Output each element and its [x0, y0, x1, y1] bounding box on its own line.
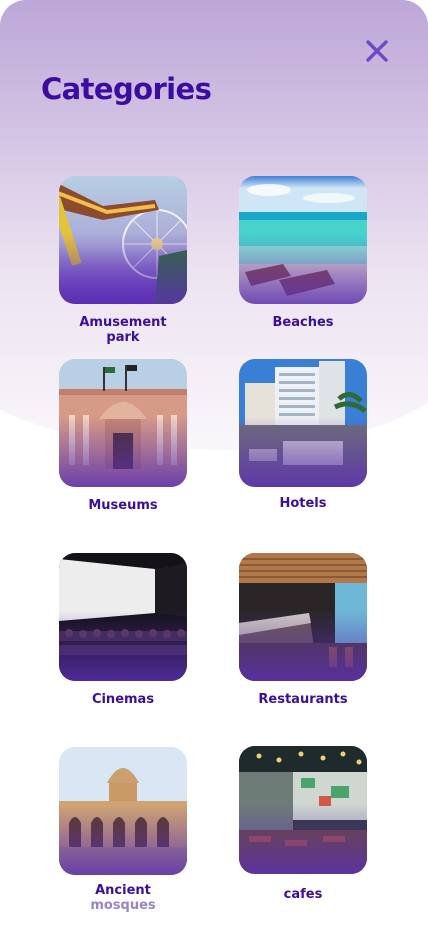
category-label: Beaches: [272, 315, 334, 330]
page-title: Categories: [41, 72, 212, 106]
category-cafes[interactable]: cafes: [239, 746, 367, 902]
amusement-park-image: [59, 176, 187, 304]
category-label: Cinemas: [91, 692, 155, 707]
category-amusement-park[interactable]: Amusement park: [59, 176, 187, 345]
restaurants-image: [239, 553, 367, 681]
category-label: Ancient mosques: [90, 883, 156, 913]
cinemas-image: [59, 553, 187, 681]
close-icon: [366, 40, 388, 62]
hotels-image: [239, 359, 367, 487]
category-restaurants[interactable]: Restaurants: [239, 553, 367, 707]
categories-sheet: Categories Amusement park Beaches Museum…: [0, 0, 428, 926]
close-button[interactable]: [362, 36, 392, 66]
ancient-mosques-image: [59, 747, 187, 875]
category-beaches[interactable]: Beaches: [239, 176, 367, 330]
category-hotels[interactable]: Hotels: [239, 359, 367, 511]
category-label: Amusement park: [79, 315, 167, 345]
category-label: cafes: [283, 887, 323, 902]
category-ancient-mosques[interactable]: Ancient mosques: [59, 747, 187, 913]
category-label: Restaurants: [258, 692, 348, 707]
category-label: Hotels: [279, 496, 327, 511]
beaches-image: [239, 176, 367, 304]
category-museums[interactable]: Museums: [59, 359, 187, 513]
category-label: Museums: [88, 498, 158, 513]
museums-image: [59, 359, 187, 487]
category-cinemas[interactable]: Cinemas: [59, 553, 187, 707]
cafes-image: [239, 746, 367, 874]
